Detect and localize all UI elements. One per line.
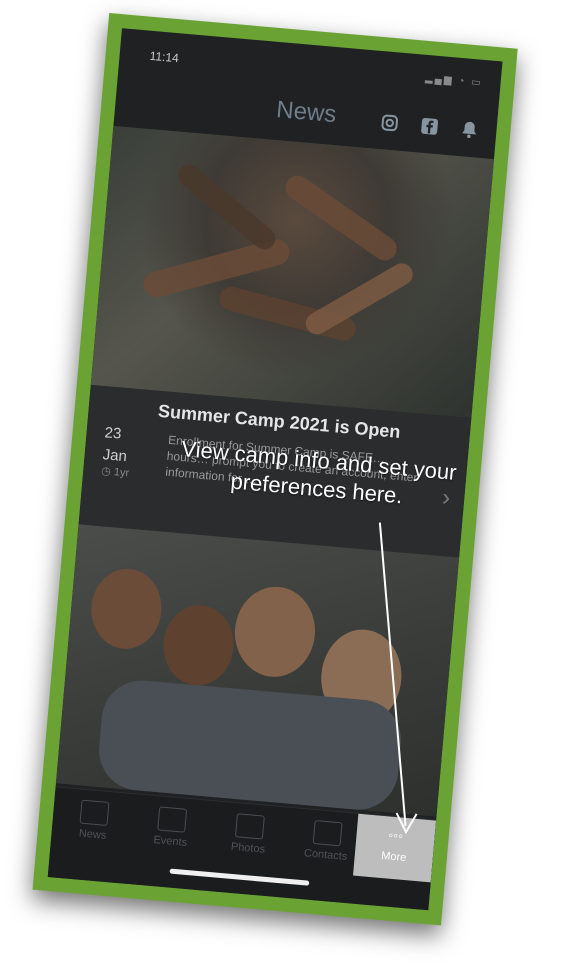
app-screen: 11:14 ▂▄▆ ◔ ▭ News Summer Camp 2021 is O… [47,28,503,911]
tilted-phone: 11:14 ▂▄▆ ◔ ▭ News Summer Camp 2021 is O… [0,0,569,966]
coach-mark-arrow [378,522,418,835]
phone-frame: 11:14 ▂▄▆ ◔ ▭ News Summer Camp 2021 is O… [32,13,518,926]
